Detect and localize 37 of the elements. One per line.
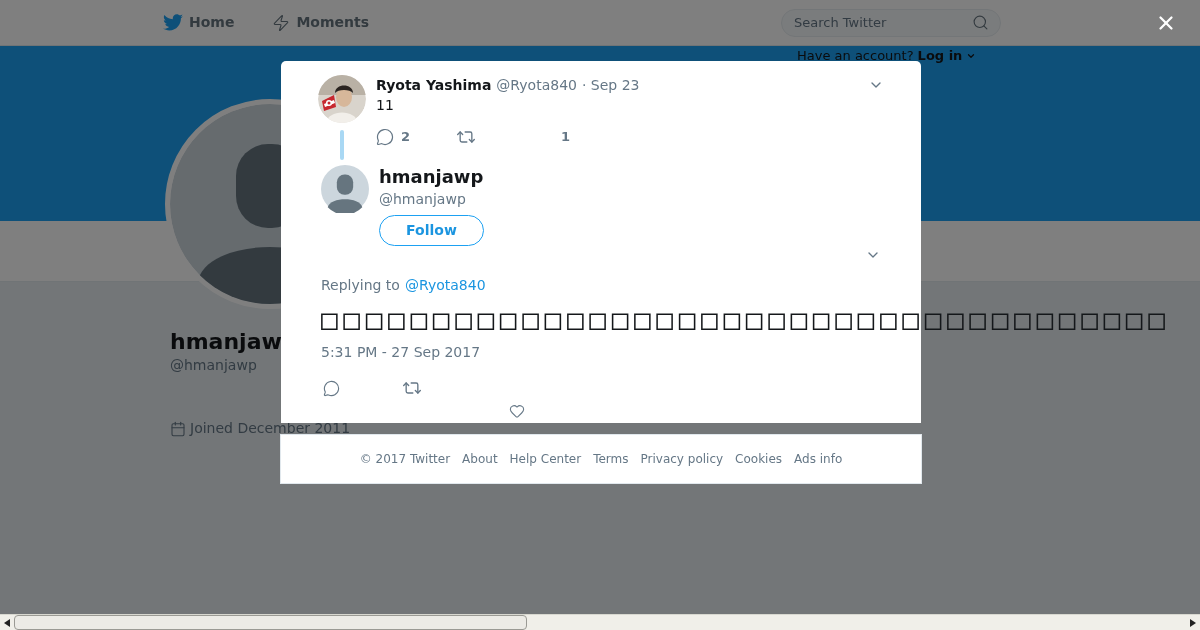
account-prompt: Have an account?: [797, 47, 914, 65]
user-name: hmanjawp: [379, 165, 484, 189]
footer-link[interactable]: © 2017 Twitter: [359, 450, 451, 468]
left-arrow-icon[interactable]: [4, 618, 10, 627]
footer-link[interactable]: Privacy policy: [640, 450, 724, 468]
bird-logo-icon: [163, 14, 183, 31]
mention-link[interactable]: @Ryota840: [404, 275, 486, 296]
tweet-date: · Sep 23: [581, 76, 640, 95]
author-name: Ryota Yashima: [376, 76, 492, 95]
profile-name: hmanjaw: [170, 328, 282, 356]
lightning-icon: [272, 12, 291, 33]
tweet-timestamp: 5:31 PM - 27 Sep 2017: [321, 344, 481, 360]
user-avatar: [321, 165, 369, 213]
reply-icon[interactable]: [323, 379, 340, 397]
footer-link[interactable]: About: [462, 450, 498, 468]
search-field[interactable]: Search Twitter: [781, 8, 1001, 37]
footer-link[interactable]: Terms: [593, 450, 629, 468]
joined-date: Joined December 2011: [190, 419, 351, 438]
footer-link[interactable]: Ads info: [794, 450, 843, 468]
nav-link[interactable]: Moments: [272, 12, 370, 33]
scrollbar-thumb[interactable]: [14, 615, 527, 630]
profile-handle: @hmanjawp: [170, 356, 257, 374]
replying-label: Replying to: [321, 276, 400, 295]
right-arrow-icon[interactable]: [1190, 618, 1196, 627]
author-handle: @Ryota840: [496, 76, 577, 95]
like-count: 1: [561, 128, 571, 147]
like-icon[interactable]: [509, 403, 525, 419]
footer-link[interactable]: Cookies: [735, 450, 783, 468]
footer-link[interactable]: Help Center: [509, 450, 582, 468]
tweet-text: 11: [376, 96, 394, 115]
search-icon: [972, 13, 989, 31]
user-handle: @hmanjawp: [379, 190, 466, 209]
calendar-icon: [170, 420, 186, 437]
nav-link[interactable]: Home: [163, 12, 235, 33]
horizontal-scrollbar[interactable]: [0, 614, 1200, 630]
reply-button[interactable]: 2: [376, 127, 456, 147]
reply-icon: [376, 128, 394, 146]
